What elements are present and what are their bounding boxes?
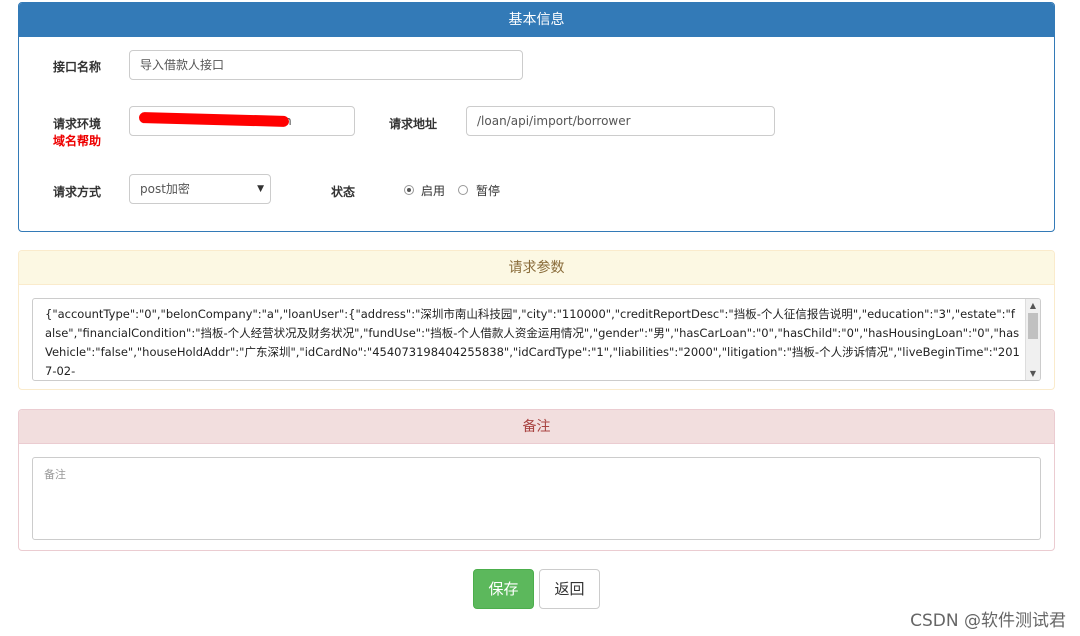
status-enable-label: 启用 xyxy=(421,184,446,198)
basic-info-heading: 基本信息 xyxy=(19,3,1054,37)
watermark: CSDN @软件测试君 xyxy=(910,611,1066,631)
method-label: 请求方式 xyxy=(53,185,102,199)
interface-name-label: 接口名称 xyxy=(53,60,102,74)
request-params-textarea[interactable]: {"accountType":"0","belonCompany":"a","l… xyxy=(32,298,1041,381)
remark-placeholder: 备注 xyxy=(44,468,66,481)
method-select[interactable]: post加密 ▼ xyxy=(129,174,271,204)
remark-heading: 备注 xyxy=(19,410,1054,444)
remark-textarea[interactable]: 备注 xyxy=(32,457,1041,540)
domain-help-link[interactable]: 域名帮助 xyxy=(53,132,101,149)
status-enable-radio[interactable] xyxy=(404,185,414,195)
textarea-scrollbar[interactable]: ▲ ▼ xyxy=(1025,299,1040,380)
scroll-thumb[interactable] xyxy=(1028,313,1038,339)
back-button[interactable]: 返回 xyxy=(539,569,600,609)
status-label: 状态 xyxy=(331,185,356,199)
env-label: 请求环境 xyxy=(53,117,102,131)
method-select-value: post加密 xyxy=(140,182,190,196)
scroll-down-icon[interactable]: ▼ xyxy=(1026,369,1040,378)
request-params-heading: 请求参数 xyxy=(19,251,1054,285)
request-params-text: {"accountType":"0","belonCompany":"a","l… xyxy=(45,307,1020,378)
caret-down-icon: ▼ xyxy=(257,184,264,194)
scroll-up-icon[interactable]: ▲ xyxy=(1026,301,1040,310)
interface-name-input[interactable]: 导入借款人接口 xyxy=(129,50,523,80)
status-pause-radio[interactable] xyxy=(458,185,468,195)
save-button[interactable]: 保存 xyxy=(473,569,534,609)
status-pause-label: 暂停 xyxy=(476,184,501,198)
address-input[interactable]: /loan/api/import/borrower xyxy=(466,106,775,136)
address-label: 请求地址 xyxy=(389,117,438,131)
